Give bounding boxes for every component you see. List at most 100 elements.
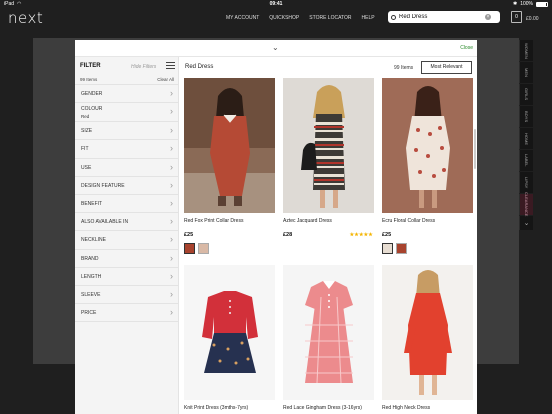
- product-price: £25: [382, 232, 392, 238]
- filter-label: BRAND: [81, 255, 99, 262]
- filter-panel: FILTER Hide Filters 99 Items Clear All G…: [75, 57, 179, 414]
- filter-row-fit[interactable]: FIT ›: [75, 140, 178, 159]
- status-time: 09:41: [269, 1, 283, 7]
- bag-icon[interactable]: 0: [511, 11, 522, 23]
- clear-all-link[interactable]: Clear All: [157, 77, 174, 82]
- filter-title: FILTER: [80, 63, 101, 69]
- search-icon: [391, 14, 396, 20]
- side-tab-women[interactable]: WOMEN: [519, 40, 533, 61]
- chevron-right-icon: ›: [170, 125, 173, 136]
- filter-row-gender[interactable]: GENDER ›: [75, 85, 178, 104]
- side-tabs: WOMEN MEN GIRLS BOYS HOME LABEL LIPSY CL…: [519, 40, 537, 231]
- filter-row-benefit[interactable]: BENEFIT ›: [75, 195, 178, 214]
- hide-filters-link[interactable]: Hide Filters: [131, 64, 156, 70]
- filter-label: USE: [81, 164, 92, 171]
- swatch-red[interactable]: [184, 243, 195, 254]
- product-image[interactable]: [283, 78, 374, 213]
- filter-label: NECKLINE: [81, 237, 107, 244]
- chevron-right-icon: ›: [170, 270, 173, 281]
- product-name[interactable]: Red Fox Print Collar Dress: [184, 218, 275, 224]
- nav-my-account[interactable]: MY ACCOUNT: [226, 15, 259, 21]
- close-button[interactable]: Close: [460, 45, 473, 51]
- product-price: £25: [184, 232, 194, 238]
- filter-row-brand[interactable]: BRAND ›: [75, 250, 178, 268]
- next-logo[interactable]: next: [8, 9, 43, 27]
- search-input[interactable]: [399, 14, 485, 20]
- filter-row-sleeve[interactable]: SLEEVE ›: [75, 286, 178, 305]
- nav-quickshop[interactable]: QUICKSHOP: [269, 15, 299, 21]
- clear-search-icon[interactable]: ×: [485, 14, 491, 20]
- filter-label: SIZE: [81, 128, 93, 135]
- filter-row-neckline[interactable]: NECKLINE ›: [75, 231, 178, 250]
- product-card-aztec[interactable]: Aztec Jacquard Dress £28 ★★★★★: [283, 78, 374, 238]
- filter-label: FIT: [81, 146, 89, 153]
- filter-label: DESIGN FEATURE: [81, 182, 125, 189]
- product-name[interactable]: Red High Neck Dress: [382, 405, 473, 411]
- product-price: £28 ★★★★★: [283, 232, 374, 238]
- product-image[interactable]: [382, 265, 473, 400]
- swatch-ecru[interactable]: [382, 243, 393, 254]
- filter-row-length[interactable]: LENGTH ›: [75, 268, 178, 286]
- filter-row-size[interactable]: SIZE ›: [75, 122, 178, 141]
- filter-row-price[interactable]: PRICE ›: [75, 304, 178, 323]
- nav-store-locator[interactable]: STORE LOCATOR: [309, 15, 351, 21]
- product-name[interactable]: Ecru Floral Collar Dress: [382, 218, 473, 224]
- filter-row-use[interactable]: USE ›: [75, 159, 178, 177]
- side-tab-boys[interactable]: BOYS: [519, 106, 533, 127]
- product-name[interactable]: Knit Print Dress (3mths-7yrs): [184, 405, 275, 411]
- product-card-ecru-floral[interactable]: Ecru Floral Collar Dress £25: [382, 78, 473, 254]
- chevron-right-icon: ›: [170, 88, 173, 98]
- filter-label: ALSO AVAILABLE IN: [81, 219, 129, 226]
- swatch-red[interactable]: [396, 243, 407, 254]
- filter-label: LENGTH: [81, 273, 102, 280]
- product-image[interactable]: [184, 78, 275, 213]
- chevron-right-icon: ›: [170, 143, 173, 154]
- filter-row-also-available[interactable]: ALSO AVAILABLE IN ›: [75, 213, 178, 232]
- product-image[interactable]: [184, 265, 275, 400]
- product-image[interactable]: [283, 265, 374, 400]
- side-tab-clearance[interactable]: CLEARANCE: [519, 192, 533, 217]
- colour-swatches: [184, 243, 275, 254]
- chevron-right-icon: ›: [170, 307, 173, 318]
- results-scrollbar[interactable]: [474, 129, 476, 169]
- modal-top-bar: ⌄ Close: [75, 40, 477, 57]
- results-header: Red Dress 99 Items Most Relevant: [179, 57, 477, 76]
- chevron-right-icon: ›: [170, 197, 173, 208]
- product-card-knit-print[interactable]: Knit Print Dress (3mths-7yrs): [184, 265, 275, 411]
- product-card-red-fox[interactable]: Red Fox Print Collar Dress £25: [184, 78, 275, 254]
- filter-label: COLOUR: [81, 106, 103, 113]
- chevron-down-icon[interactable]: ⌄: [519, 216, 533, 230]
- filter-label: SLEEVE: [81, 291, 101, 298]
- colour-swatches: [382, 243, 473, 254]
- product-card-high-neck[interactable]: Red High Neck Dress: [382, 265, 473, 411]
- search-results-modal: ⌄ Close FILTER Hide Filters 99 Items Cle…: [75, 40, 477, 414]
- status-right: ✱ 100%: [513, 1, 548, 7]
- chevron-right-icon: ›: [170, 216, 173, 227]
- filter-row-colour[interactable]: COLOUR Red ›: [75, 103, 178, 123]
- sort-dropdown[interactable]: Most Relevant: [421, 61, 472, 74]
- filter-item-count: 99 Items: [80, 77, 98, 82]
- search-box: ×: [388, 11, 500, 23]
- sliders-icon[interactable]: [166, 62, 175, 69]
- chevron-right-icon: ›: [170, 252, 173, 263]
- product-price-value: £28: [283, 232, 293, 238]
- nav-help[interactable]: HELP: [362, 15, 375, 21]
- swatch-ecru[interactable]: [198, 243, 209, 254]
- collapse-chevron-icon[interactable]: ⌄: [272, 43, 279, 52]
- product-image[interactable]: [382, 78, 473, 213]
- side-tab-label[interactable]: LABEL: [519, 150, 533, 171]
- side-tab-girls[interactable]: GIRLS: [519, 84, 533, 105]
- results-title: Red Dress: [185, 64, 214, 70]
- bag-total: £0.00: [526, 16, 539, 22]
- side-tab-lipsy[interactable]: LIPSY: [519, 172, 533, 193]
- side-tab-home[interactable]: HOME: [519, 128, 533, 149]
- product-name[interactable]: Red Lace Gingham Dress (3-16yrs): [283, 405, 374, 411]
- filter-value: Red: [81, 114, 90, 120]
- product-name[interactable]: Aztec Jacquard Dress: [283, 218, 374, 224]
- filter-row-design-feature[interactable]: DESIGN FEATURE ›: [75, 177, 178, 195]
- product-card-gingham[interactable]: Red Lace Gingham Dress (3-16yrs): [283, 265, 374, 411]
- filter-label: GENDER: [81, 91, 103, 97]
- bluetooth-icon: ✱: [513, 1, 518, 7]
- side-tab-men[interactable]: MEN: [519, 62, 533, 83]
- rating-stars-icon: ★★★★★: [349, 232, 373, 238]
